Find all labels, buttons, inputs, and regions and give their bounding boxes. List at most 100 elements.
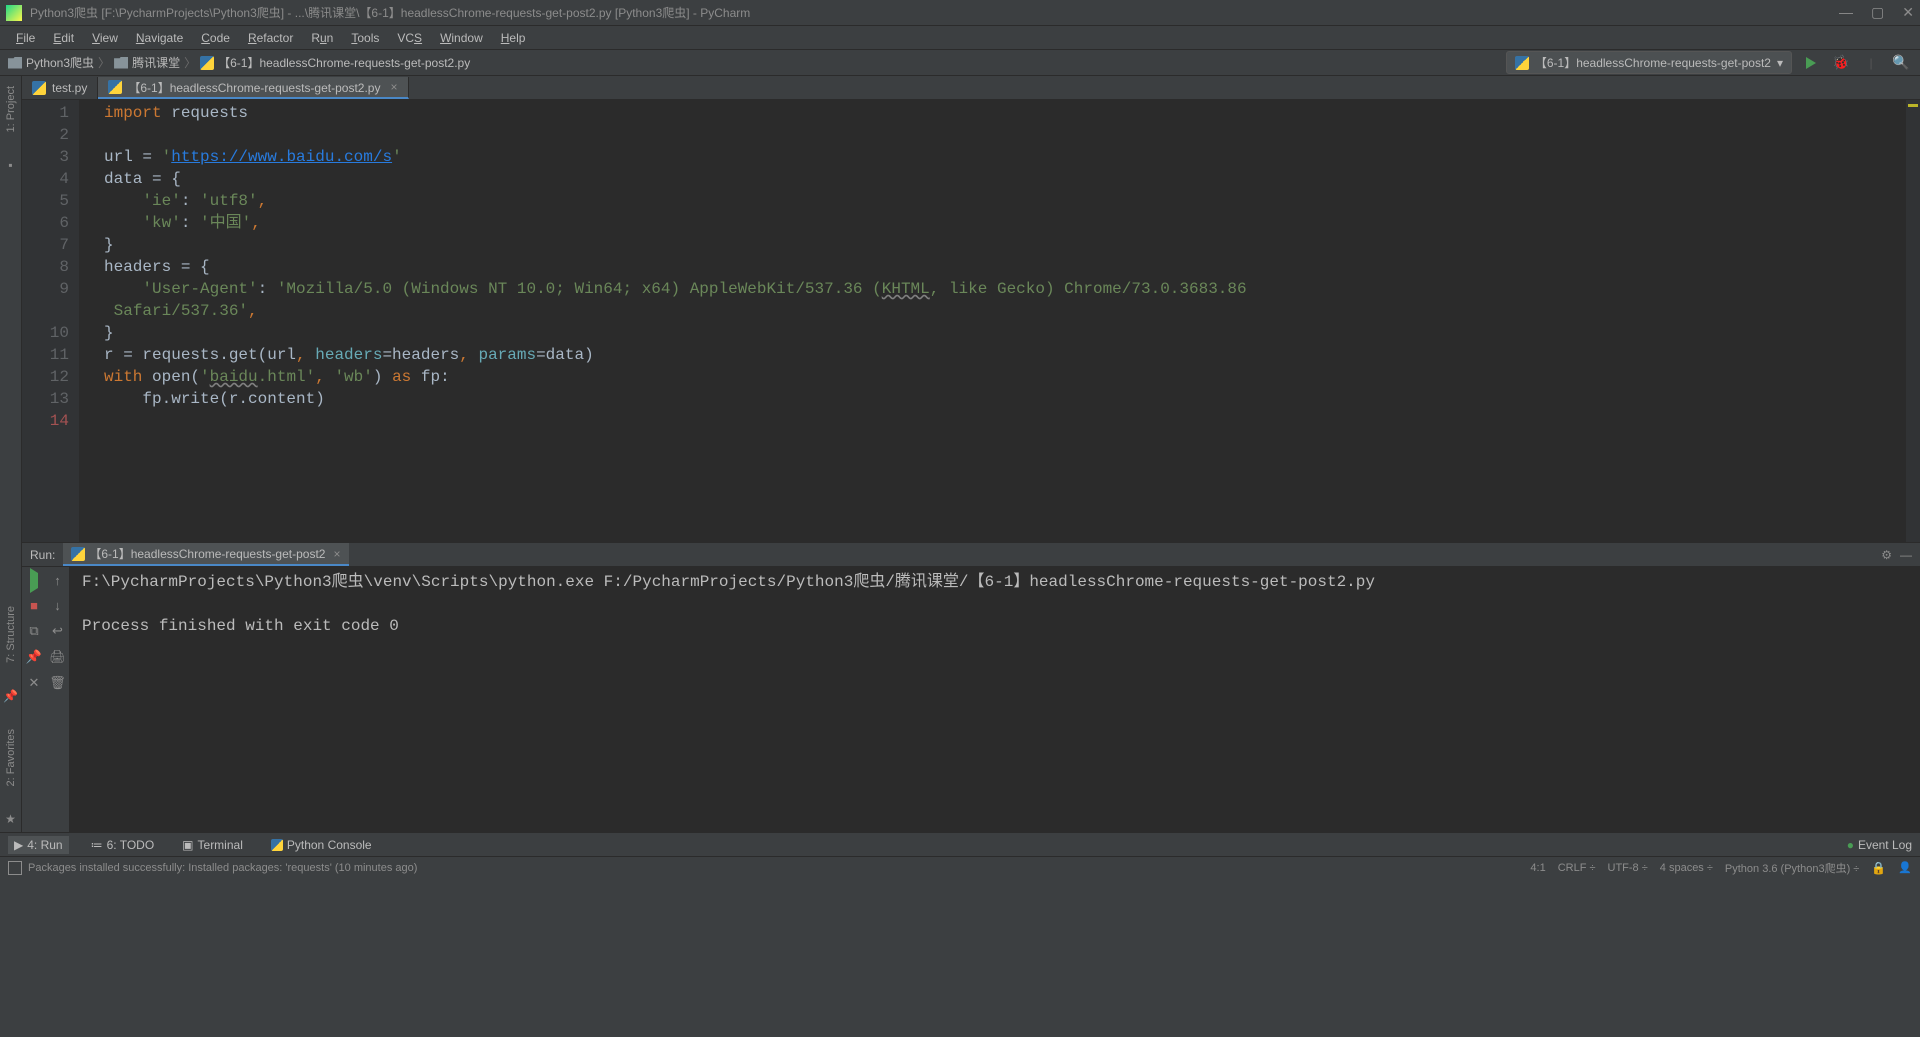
layout-button[interactable]: ⧉ bbox=[29, 623, 38, 639]
folder-icon: ▪ bbox=[8, 158, 12, 172]
encoding[interactable]: UTF-8 ÷ bbox=[1608, 862, 1648, 874]
menu-edit[interactable]: Edit bbox=[45, 29, 82, 47]
lock-icon[interactable]: 🔒 bbox=[1871, 861, 1886, 875]
editor-tabs: test.py 【6-1】headlessChrome-requests-get… bbox=[22, 76, 1920, 100]
interpreter[interactable]: Python 3.6 (Python3爬虫) ÷ bbox=[1725, 860, 1859, 876]
code-editor[interactable]: 123456789 1011121314 import requests url… bbox=[22, 100, 1920, 542]
project-tool-button[interactable]: 1: Project bbox=[5, 80, 17, 138]
pin-icon: 📌 bbox=[3, 689, 18, 703]
tab-headless[interactable]: 【6-1】headlessChrome-requests-get-post2.p… bbox=[98, 77, 408, 99]
menu-file[interactable]: File bbox=[8, 29, 43, 47]
breadcrumb-folder[interactable]: 腾讯课堂 bbox=[114, 54, 180, 71]
warning-marker[interactable] bbox=[1908, 104, 1918, 107]
run-body: ■ ⧉ 📌 ✕ ↑ ↓ ↩ 🖨 🗑 F:\PycharmProjects\Pyt… bbox=[22, 567, 1920, 832]
app-icon bbox=[6, 5, 22, 21]
run-console-output[interactable]: F:\PycharmProjects\Python3爬虫\venv\Script… bbox=[70, 567, 1920, 832]
run-header-actions: ⚙ — bbox=[1881, 548, 1912, 562]
print-button[interactable]: 🖨 bbox=[49, 649, 66, 665]
favorites-tool-button[interactable]: 2: Favorites bbox=[5, 723, 17, 792]
line-gutter: 123456789 1011121314 bbox=[22, 100, 80, 542]
tab-label: test.py bbox=[52, 81, 87, 95]
chevron-down-icon: ▾ bbox=[1777, 56, 1783, 70]
minimize-panel-icon[interactable]: — bbox=[1900, 548, 1912, 562]
breadcrumb-sep: 〉 bbox=[184, 54, 196, 71]
tool-run[interactable]: ▶ 4: Run bbox=[8, 836, 69, 854]
menu-code[interactable]: Code bbox=[193, 29, 238, 47]
menu-navigate[interactable]: Navigate bbox=[128, 29, 191, 47]
menu-vcs[interactable]: VCS bbox=[389, 29, 430, 47]
divider: | bbox=[1860, 52, 1882, 74]
run-tab[interactable]: 【6-1】headlessChrome-requests-get-post2 × bbox=[63, 543, 348, 566]
cursor-position: 4:1 bbox=[1530, 862, 1545, 874]
minimize-button[interactable]: — bbox=[1839, 4, 1853, 21]
close-icon[interactable]: × bbox=[333, 547, 340, 561]
fold-column bbox=[80, 100, 96, 542]
menu-help[interactable]: Help bbox=[493, 29, 534, 47]
structure-tool-button[interactable]: 7: Structure bbox=[5, 600, 17, 669]
indent-settings[interactable]: 4 spaces ÷ bbox=[1660, 862, 1713, 874]
menu-bar: File Edit View Navigate Code Refactor Ru… bbox=[0, 26, 1920, 50]
run-tab-label: 【6-1】headlessChrome-requests-get-post2 bbox=[89, 545, 325, 562]
python-icon bbox=[1515, 56, 1529, 70]
delete-button[interactable]: 🗑 bbox=[49, 675, 66, 691]
gear-icon[interactable]: ⚙ bbox=[1881, 548, 1892, 562]
down-button[interactable]: ↓ bbox=[54, 598, 61, 613]
tool-todo[interactable]: ≔ 6: TODO bbox=[85, 836, 161, 854]
star-icon: ★ bbox=[5, 812, 16, 826]
run-button[interactable] bbox=[1800, 52, 1822, 74]
toolbar-right: 【6-1】headlessChrome-requests-get-post2 ▾… bbox=[1506, 51, 1912, 74]
breadcrumb-sep: 〉 bbox=[98, 54, 110, 71]
debug-button[interactable]: 🐞 bbox=[1830, 52, 1852, 74]
run-actions-col1: ■ ⧉ 📌 ✕ bbox=[22, 567, 46, 832]
play-icon bbox=[1806, 57, 1816, 69]
close-button[interactable]: ✕ bbox=[1902, 4, 1914, 21]
status-message: Packages installed successfully: Install… bbox=[28, 862, 417, 874]
window-controls: — ▢ ✕ bbox=[1839, 4, 1914, 21]
breadcrumb-file[interactable]: 【6-1】headlessChrome-requests-get-post2.p… bbox=[200, 54, 470, 71]
run-config-selector[interactable]: 【6-1】headlessChrome-requests-get-post2 ▾ bbox=[1506, 51, 1792, 74]
left-tool-strip: 1: Project ▪ 7: Structure 📌 2: Favorites… bbox=[0, 76, 22, 832]
run-actions-col2: ↑ ↓ ↩ 🖨 🗑 bbox=[46, 567, 70, 832]
menu-refactor[interactable]: Refactor bbox=[240, 29, 301, 47]
folder-icon bbox=[114, 57, 128, 69]
menu-window[interactable]: Window bbox=[432, 29, 491, 47]
notification-icon: ● bbox=[1847, 838, 1854, 852]
bottom-tool-bar: ▶ 4: Run ≔ 6: TODO ▣ Terminal Python Con… bbox=[0, 832, 1920, 856]
event-log-button[interactable]: ● Event Log bbox=[1847, 838, 1912, 852]
stop-button[interactable]: ■ bbox=[30, 598, 38, 613]
tab-test[interactable]: test.py bbox=[22, 77, 98, 99]
python-icon bbox=[271, 839, 283, 851]
editor-marker-strip bbox=[1906, 100, 1920, 542]
close-panel-button[interactable]: ✕ bbox=[29, 675, 40, 691]
tool-terminal[interactable]: ▣ Terminal bbox=[176, 836, 249, 854]
up-button[interactable]: ↑ bbox=[54, 573, 61, 588]
run-header: Run: 【6-1】headlessChrome-requests-get-po… bbox=[22, 543, 1920, 567]
title-bar: Python3爬虫 [F:\PycharmProjects\Python3爬虫]… bbox=[0, 0, 1920, 26]
search-button[interactable]: 🔍 bbox=[1890, 52, 1912, 74]
menu-run[interactable]: Run bbox=[303, 29, 341, 47]
menu-view[interactable]: View bbox=[84, 29, 126, 47]
breadcrumb-root[interactable]: Python3爬虫 bbox=[8, 54, 94, 71]
breadcrumb: Python3爬虫 〉 腾讯课堂 〉 【6-1】headlessChrome-r… bbox=[8, 54, 1506, 71]
run-config-label: 【6-1】headlessChrome-requests-get-post2 bbox=[1535, 54, 1771, 71]
tab-label: 【6-1】headlessChrome-requests-get-post2.p… bbox=[128, 79, 380, 96]
status-bar: Packages installed successfully: Install… bbox=[0, 856, 1920, 878]
tool-python-console[interactable]: Python Console bbox=[265, 836, 378, 854]
run-label: Run: bbox=[30, 548, 55, 562]
window-title: Python3爬虫 [F:\PycharmProjects\Python3爬虫]… bbox=[30, 4, 1839, 21]
status-icon[interactable] bbox=[8, 861, 22, 875]
line-separator[interactable]: CRLF ÷ bbox=[1558, 862, 1596, 874]
python-icon bbox=[32, 81, 46, 95]
main-area: 1: Project ▪ 7: Structure 📌 2: Favorites… bbox=[0, 76, 1920, 832]
code-content[interactable]: import requests url = 'https://www.baidu… bbox=[96, 100, 1906, 542]
python-icon bbox=[200, 56, 214, 70]
run-tool-window: Run: 【6-1】headlessChrome-requests-get-po… bbox=[22, 542, 1920, 832]
close-tab-icon[interactable]: × bbox=[390, 80, 397, 94]
maximize-button[interactable]: ▢ bbox=[1871, 4, 1884, 21]
wrap-button[interactable]: ↩ bbox=[52, 623, 63, 639]
pin-button[interactable]: 📌 bbox=[26, 649, 42, 665]
inspection-icon[interactable]: 👤 bbox=[1898, 861, 1912, 874]
rerun-button[interactable] bbox=[30, 573, 38, 588]
menu-tools[interactable]: Tools bbox=[343, 29, 387, 47]
python-icon bbox=[108, 80, 122, 94]
